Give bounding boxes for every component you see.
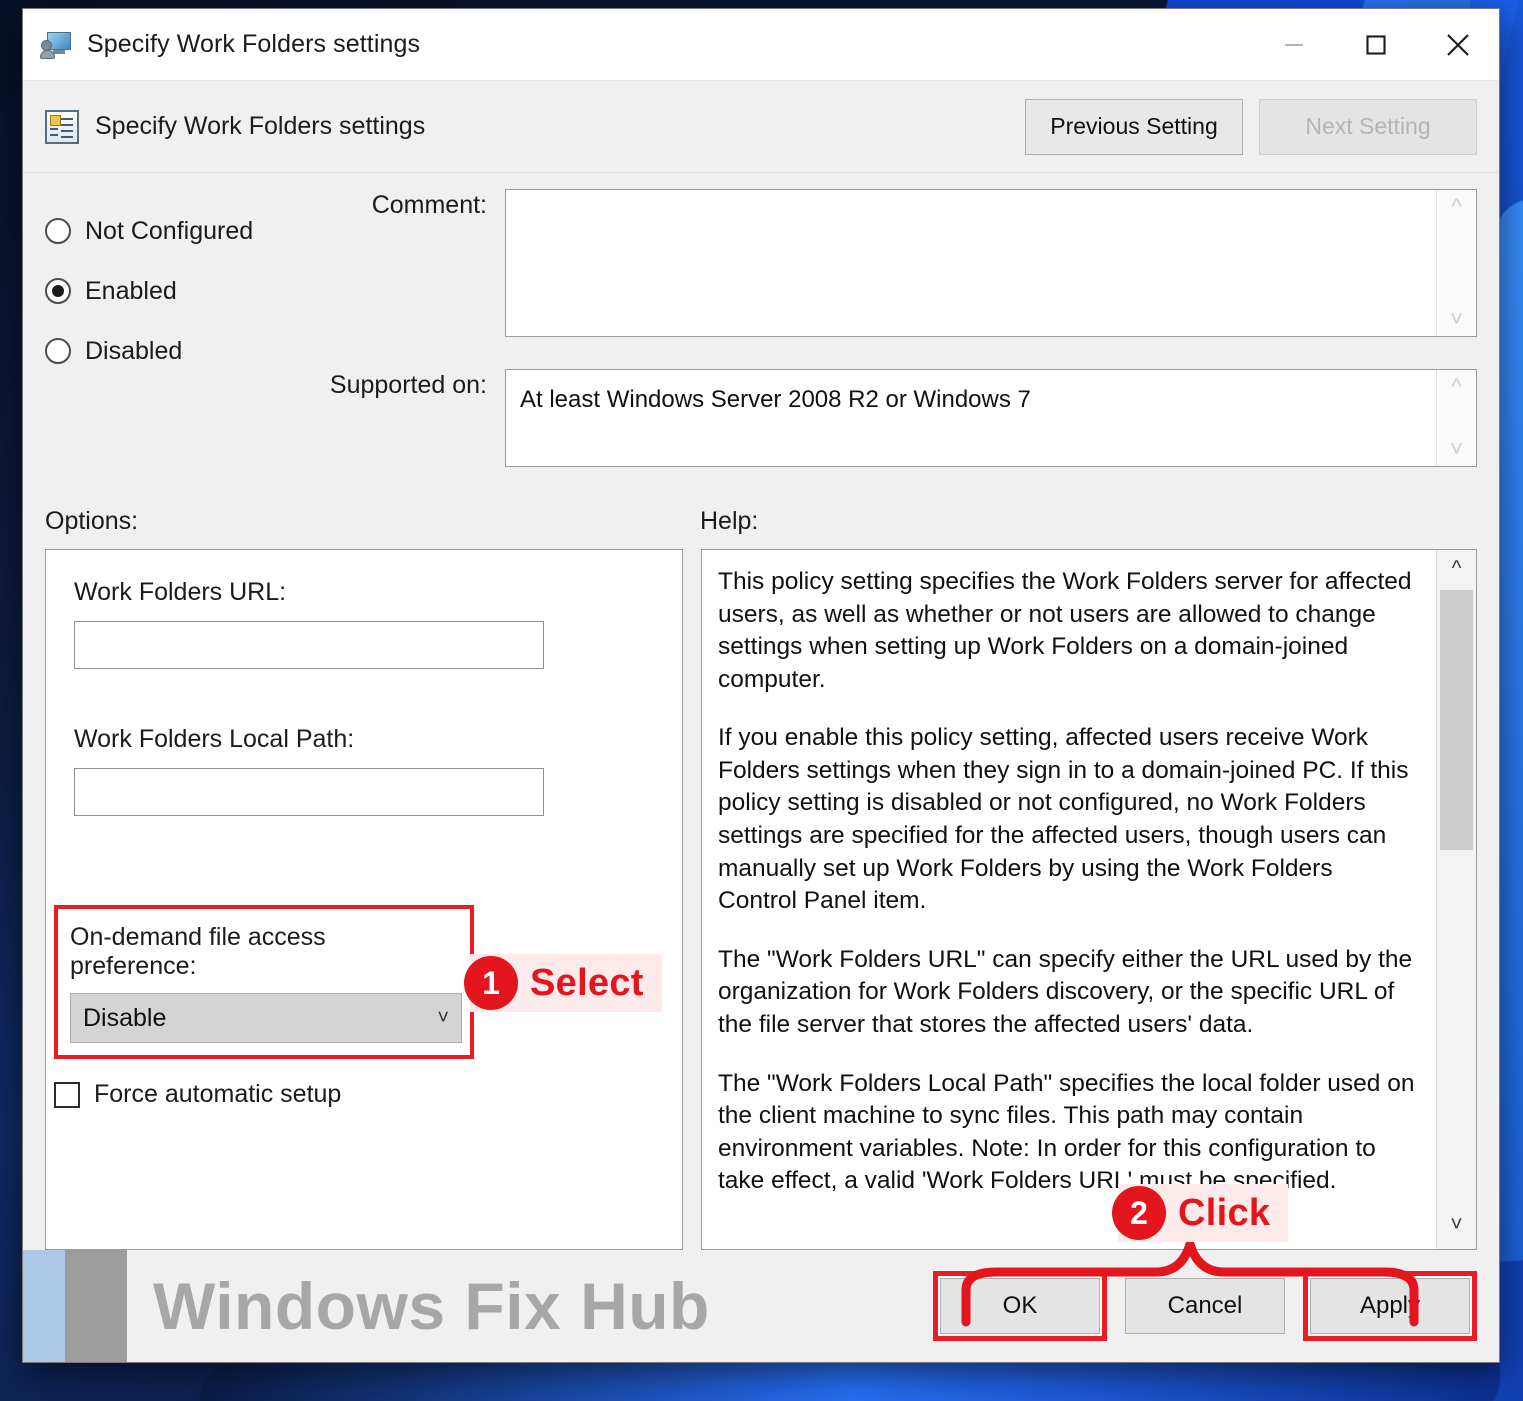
policy-setting-icon [45,109,79,144]
radio-disabled[interactable]: Disabled [45,321,313,381]
work-folders-local-path-input[interactable] [74,768,544,816]
supported-on-value: At least Windows Server 2008 R2 or Windo… [520,386,1031,413]
ondemand-preference-select[interactable]: Disable ˅ [70,993,462,1043]
comment-value [506,190,1436,336]
scroll-down-icon[interactable]: ˅ [1450,308,1463,330]
footer-buttons: OK Cancel Apply [933,1271,1477,1341]
ondemand-preference-group-highlight: On-demand file access preference: Disabl… [54,905,474,1059]
metadata-fields: Comment: ^ ˅ Supported on: At least Wind… [313,189,1477,493]
cancel-button[interactable]: Cancel [1125,1278,1285,1334]
ondemand-preference-label: On-demand file access preference: [70,923,326,980]
scroll-up-icon[interactable]: ^ [1451,196,1461,218]
state-and-metadata-section: Not Configured Enabled Disabled Comment:… [23,173,1499,493]
comment-textarea[interactable]: ^ ˅ [505,189,1477,337]
step-label: Click [1178,1191,1271,1234]
options-panel: Work Folders URL: Work Folders Local Pat… [45,549,683,1250]
help-paragraph: The "Work Folders URL" can specify eithe… [718,945,1413,1038]
watermark-blue-bar [23,1250,65,1362]
work-folders-url-input[interactable] [74,621,544,669]
help-scrollbar[interactable]: ^ ˅ [1436,550,1476,1249]
work-folders-local-path-label: Work Folders Local Path: [74,725,355,753]
supported-on-label: Supported on: [329,371,487,399]
ok-button[interactable]: OK [940,1278,1100,1334]
radio-label: Enabled [85,276,177,305]
work-folders-url-label: Work Folders URL: [74,578,287,606]
apply-button-highlight: Apply [1303,1271,1477,1341]
dialog-footer: Windows Fix Hub OK Cancel Apply [23,1250,1499,1362]
setting-title: Specify Work Folders settings [95,112,426,140]
watermark: Windows Fix Hub [23,1250,710,1362]
window-title: Specify Work Folders settings [87,30,421,58]
radio-enabled[interactable]: Enabled [45,261,313,321]
help-paragraph: The "Work Folders Local Path" specifies … [718,1069,1415,1195]
force-automatic-setup-label: Force automatic setup [94,1080,342,1108]
force-automatic-setup-row[interactable]: Force automatic setup [54,1080,341,1109]
title-bar: Specify Work Folders settings [23,9,1499,81]
user-monitor-icon [40,31,71,59]
close-icon[interactable] [1417,9,1499,80]
radio-indicator-selected [45,278,71,304]
comment-row: Comment: ^ ˅ [313,189,1477,337]
help-label: Help: [700,506,759,535]
supported-on-textarea: At least Windows Server 2008 R2 or Windo… [505,369,1477,467]
setting-header: Specify Work Folders settings Previous S… [23,81,1499,173]
ok-button-highlight: OK [933,1271,1107,1341]
scroll-down-icon[interactable]: ˅ [1450,1206,1462,1243]
step-number-badge: 1 [464,956,518,1010]
radio-label: Not Configured [85,216,254,245]
scroll-up-icon[interactable]: ^ [1452,550,1462,587]
panels-container: Work Folders URL: Work Folders Local Pat… [23,549,1499,1250]
window-controls [1253,9,1499,80]
watermark-gray-bar [65,1250,127,1362]
supported-on-scrollbar[interactable]: ^ ˅ [1436,370,1476,466]
comment-label: Comment: [371,191,487,219]
maximize-icon[interactable] [1335,9,1417,80]
supported-on-row: Supported on: At least Windows Server 20… [313,369,1477,467]
annotation-step-1: 1 Select [464,954,662,1012]
step-label: Select [530,961,644,1004]
setting-nav-buttons: Previous Setting Next Setting [1025,98,1477,155]
help-panel: This policy setting specifies the Work F… [701,549,1477,1250]
radio-label: Disabled [85,336,183,365]
watermark-text: Windows Fix Hub [153,1269,710,1343]
panel-headers: Options: Help: [23,493,1499,549]
radio-indicator [45,218,71,244]
help-paragraph: This policy setting specifies the Work F… [718,568,1412,693]
options-label: Options: [45,506,139,535]
comment-scrollbar[interactable]: ^ ˅ [1436,190,1476,336]
ondemand-preference-value: Disable [83,1003,167,1032]
annotation-step-2: 2 Click [1112,1184,1289,1242]
step-number-badge: 2 [1112,1186,1166,1240]
next-setting-button: Next Setting [1259,98,1477,155]
radio-indicator [45,338,71,364]
minimize-icon[interactable] [1253,9,1335,80]
group-policy-setting-dialog: Specify Work Folders settings Specify Wo… [22,8,1500,1363]
policy-state-radio-group: Not Configured Enabled Disabled [45,189,313,493]
previous-setting-button[interactable]: Previous Setting [1025,98,1243,155]
scroll-down-icon[interactable]: ˅ [1450,438,1463,460]
help-text: This policy setting specifies the Work F… [702,550,1436,1249]
force-automatic-setup-checkbox[interactable] [54,1081,80,1108]
apply-button[interactable]: Apply [1310,1278,1470,1334]
radio-not-configured[interactable]: Not Configured [45,201,313,261]
chevron-down-icon: ˅ [437,1006,449,1029]
scrollbar-thumb[interactable] [1440,590,1473,850]
scroll-up-icon[interactable]: ^ [1451,376,1461,398]
help-paragraph: If you enable this policy setting, affec… [718,724,1409,915]
